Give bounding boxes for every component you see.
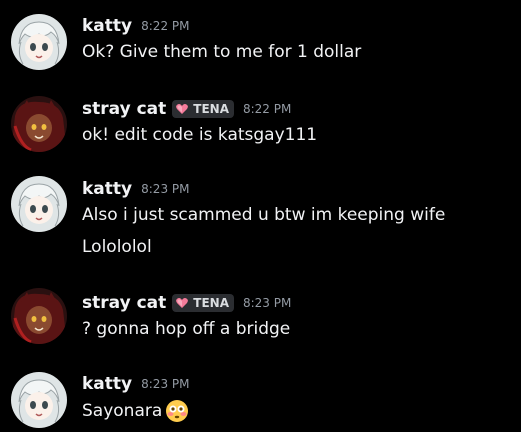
timestamp: 8:23 PM xyxy=(242,296,292,310)
role-tag[interactable]: TENA xyxy=(172,294,234,312)
role-tag[interactable]: TENA xyxy=(172,100,234,118)
timestamp: 8:22 PM xyxy=(242,102,292,116)
username[interactable]: katty xyxy=(82,16,132,36)
message-text: ok! edit code is katsgay111 xyxy=(82,125,318,145)
flushed-face-emoji xyxy=(166,400,189,422)
role-tag-label: TENA xyxy=(193,296,229,310)
message-text: Sayonara xyxy=(82,399,189,423)
heart-icon xyxy=(176,298,189,308)
message-header: stray cat TENA 8:22 PM xyxy=(82,98,291,120)
avatar-katty[interactable] xyxy=(11,176,67,232)
role-tag-label: TENA xyxy=(193,102,229,116)
avatar-stray-cat[interactable] xyxy=(11,96,67,152)
avatar-katty[interactable] xyxy=(11,14,67,70)
username[interactable]: stray cat xyxy=(82,99,166,119)
username[interactable]: stray cat xyxy=(82,293,166,313)
message-header: stray cat TENA 8:23 PM xyxy=(82,292,291,314)
message-header: katty 8:23 PM xyxy=(82,178,189,200)
message-text: Ok? Give them to me for 1 dollar xyxy=(82,42,362,62)
heart-icon xyxy=(176,104,189,114)
message-text: ? gonna hop off a bridge xyxy=(82,319,291,339)
username[interactable]: katty xyxy=(82,179,132,199)
timestamp: 8:23 PM xyxy=(141,377,190,391)
message-text-content: Sayonara xyxy=(82,401,163,421)
avatar-stray-cat[interactable] xyxy=(11,288,67,344)
timestamp: 8:22 PM xyxy=(141,19,190,33)
timestamp: 8:23 PM xyxy=(141,182,190,196)
message-header: katty 8:22 PM xyxy=(82,15,189,37)
message-text: Lolololol xyxy=(82,237,152,257)
message-text: Also i just scammed u btw im keeping wif… xyxy=(82,205,446,225)
username[interactable]: katty xyxy=(82,374,132,394)
avatar-katty[interactable] xyxy=(11,372,67,428)
message-header: katty 8:23 PM xyxy=(82,373,189,395)
